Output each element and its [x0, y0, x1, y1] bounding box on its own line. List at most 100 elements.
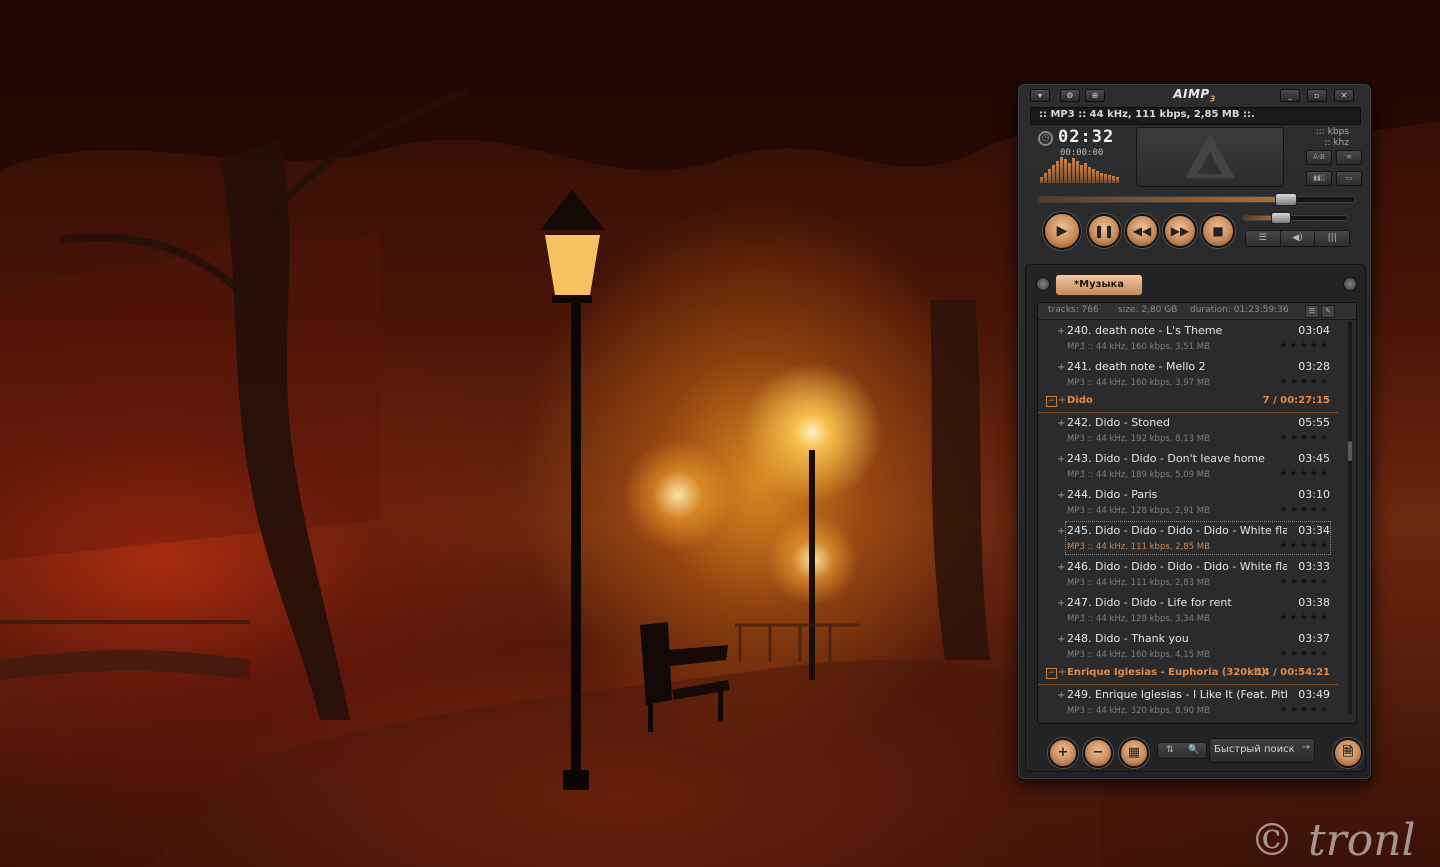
remove-files-button[interactable]: − — [1083, 738, 1113, 768]
track-duration: 03:38 — [1298, 596, 1330, 609]
title-bar[interactable]: ▾ ⚙ ⊕ AIMP3 _ ▫ ✕ — [1018, 84, 1371, 106]
track-format-info: MP3 :: 44 kHz, 160 kbps, 3,97 MB — [1067, 378, 1210, 388]
playlist-scrollbar-thumb[interactable] — [1348, 441, 1352, 461]
spectrum-bar — [1072, 158, 1075, 183]
equalizer-bars-icon[interactable]: ▮▮▯ — [1306, 171, 1332, 186]
stop-button[interactable]: ■ — [1201, 214, 1235, 248]
spectrum-bar — [1096, 171, 1099, 183]
playlist-group-header[interactable]: − + Dido 7 / 00:27:15 — [1038, 393, 1338, 413]
search-icon[interactable]: 🔍 — [1182, 743, 1206, 758]
spectrum-bar — [1088, 167, 1091, 183]
collapse-group-icon[interactable]: − — [1046, 396, 1057, 407]
ab-repeat-button[interactable]: A-B — [1306, 150, 1332, 165]
quick-search-input[interactable] — [1214, 742, 1298, 757]
equalizer-icon[interactable]: ||| — [1315, 231, 1349, 246]
spectrum-bar — [1080, 165, 1083, 183]
track-format-info: MP3 :: 44 kHz, 111 kbps, 2,85 MB — [1067, 542, 1210, 552]
track-rating[interactable]: ★★★★★ — [1280, 577, 1330, 587]
playlist-track[interactable]: +249. Enrique Iglesias - I Like It (Feat… — [1038, 685, 1338, 721]
playlist-track[interactable]: +248. Dido - Thank you 03:37 MP3 :: 44 kHz… — [1038, 629, 1338, 665]
track-plus-icon: + — [1057, 362, 1066, 373]
visualization-panel[interactable] — [1136, 127, 1284, 187]
list-view-icon[interactable]: ☰ — [1305, 305, 1319, 318]
quick-search[interactable]: → — [1209, 738, 1315, 763]
previous-button[interactable]: ◀◀ — [1125, 214, 1159, 248]
group-name: Dido — [1067, 395, 1093, 406]
sound-controls-group: ☰ ◀) ||| — [1245, 230, 1350, 247]
playlist-track[interactable]: +242. Dido - Stoned 05:55 MP3 :: 44 kHz, 1… — [1038, 413, 1338, 449]
playlist-group-header[interactable]: − + Enrique Iglesias - Euphoria (320kb) 14 … — [1038, 665, 1338, 685]
pin-icon[interactable]: ✎ — [1321, 305, 1335, 318]
track-plus-icon: + — [1057, 526, 1066, 537]
mute-icon[interactable]: ◀) — [1281, 231, 1316, 246]
playlist-track[interactable]: +243. Dido - Dido - Don't leave home 03:4… — [1038, 449, 1338, 485]
playlist-track[interactable]: +246. Dido - Dido - Dido - Dido - White … — [1038, 557, 1338, 593]
pause-button[interactable]: ❚❚ — [1087, 214, 1121, 248]
file-info-button[interactable]: 🗎 — [1333, 738, 1363, 768]
track-title: 247. Dido - Dido - Life for rent — [1067, 596, 1232, 609]
track-rating[interactable]: ★★★★★ — [1280, 341, 1330, 351]
playlist-track[interactable]: +240. death note - L's Theme 03:04 MP3 :: … — [1038, 321, 1338, 357]
track-duration: 03:49 — [1298, 688, 1330, 701]
arrow-right-icon[interactable]: → — [1302, 742, 1310, 753]
playlist-menu-button[interactable]: ▦ — [1119, 738, 1149, 768]
track-rating[interactable]: ★★★★★ — [1280, 469, 1330, 479]
clock-icon[interactable]: ◷ — [1038, 131, 1053, 146]
playlist-track-current[interactable]: +245. Dido - Dido - Dido - Dido - White … — [1038, 521, 1338, 557]
track-plus-icon: + — [1057, 490, 1066, 501]
aimp-player-window[interactable]: ▾ ⚙ ⊕ AIMP3 _ ▫ ✕ :: MP3 :: 44 kHz, 111 … — [1017, 83, 1372, 780]
elapsed-time[interactable]: 02:32 — [1058, 127, 1114, 147]
collapse-group-icon[interactable]: − — [1046, 668, 1057, 679]
add-files-button[interactable]: + — [1048, 738, 1078, 768]
track-title: 246. Dido - Dido - Dido - Dido - White f… — [1067, 560, 1287, 573]
track-plus-icon: + — [1057, 562, 1066, 573]
track-rating[interactable]: ★★★★★ — [1280, 377, 1330, 387]
track-rating[interactable]: ★★★★★ — [1280, 541, 1330, 551]
playlist-scrollbar[interactable] — [1348, 321, 1352, 715]
group-expand-icon: + — [1058, 667, 1067, 678]
close-button[interactable]: ✕ — [1334, 89, 1354, 102]
sort-icon[interactable]: ⇅ — [1158, 743, 1182, 758]
screen-icon[interactable]: ▭ — [1336, 171, 1362, 186]
spectrum-bar — [1100, 173, 1103, 183]
track-format-info: MP3 :: 44 kHz, 192 kbps, 8,13 MB — [1067, 434, 1210, 444]
playlist-list[interactable]: tracks: 766 size: 2,80 GB duration: 01:2… — [1037, 302, 1357, 724]
volume-slider[interactable] — [1242, 212, 1348, 224]
playlist-tab-music[interactable]: *Музыка — [1055, 274, 1143, 296]
spectrum-bar — [1076, 161, 1079, 183]
seek-bar-handle[interactable] — [1274, 193, 1297, 206]
spectrum-bar — [1116, 177, 1119, 183]
track-duration: 03:04 — [1298, 324, 1330, 337]
track-title: 249. Enrique Iglesias - I Like It (Feat.… — [1067, 688, 1287, 701]
track-duration: 03:33 — [1298, 560, 1330, 573]
next-button[interactable]: ▶▶ — [1163, 214, 1197, 248]
track-title: 245. Dido - Dido - Dido - Dido - White f… — [1067, 524, 1287, 537]
minimize-button[interactable]: _ — [1280, 89, 1300, 102]
playlist-right-knob-icon[interactable] — [1343, 277, 1357, 291]
playlist-track[interactable]: +247. Dido - Dido - Life for rent 03:38 MP… — [1038, 593, 1338, 629]
playlist-track[interactable]: +244. Dido - Paris 03:10 MP3 :: 44 kHz, 12… — [1038, 485, 1338, 521]
track-format-info: MP3 :: 44 kHz, 320 kbps, 8,90 MB — [1067, 706, 1210, 716]
track-rating[interactable]: ★★★★★ — [1280, 705, 1330, 715]
track-plus-icon: + — [1057, 598, 1066, 609]
spectrum-bar — [1092, 169, 1095, 183]
seek-bar-fill — [1039, 197, 1285, 202]
track-title: 242. Dido - Stoned — [1067, 416, 1170, 429]
track-format-info: MP3 :: 44 kHz, 160 kbps, 3,51 MB — [1067, 342, 1210, 352]
radio-signal-icon[interactable]: ≋ — [1336, 150, 1362, 165]
play-button[interactable]: ▶ — [1043, 212, 1081, 250]
track-title: 240. death note - L's Theme — [1067, 324, 1223, 337]
playlist-track[interactable]: +241. death note - Mello 2 03:28 MP3 :: 44… — [1038, 357, 1338, 393]
spectrum-bar — [1104, 174, 1107, 183]
track-title: 248. Dido - Thank you — [1067, 632, 1189, 645]
track-rating[interactable]: ★★★★★ — [1280, 649, 1330, 659]
maximize-button[interactable]: ▫ — [1307, 89, 1327, 102]
volume-handle[interactable] — [1271, 212, 1292, 224]
app-version: 3 — [1209, 94, 1216, 104]
playlist-toggle-icon[interactable]: ☰ — [1246, 231, 1281, 246]
track-rating[interactable]: ★★★★★ — [1280, 613, 1330, 623]
track-rating[interactable]: ★★★★★ — [1280, 505, 1330, 515]
track-rating[interactable]: ★★★★★ — [1280, 433, 1330, 443]
seek-bar[interactable] — [1038, 193, 1355, 206]
playlist-left-knob-icon[interactable] — [1036, 277, 1050, 291]
